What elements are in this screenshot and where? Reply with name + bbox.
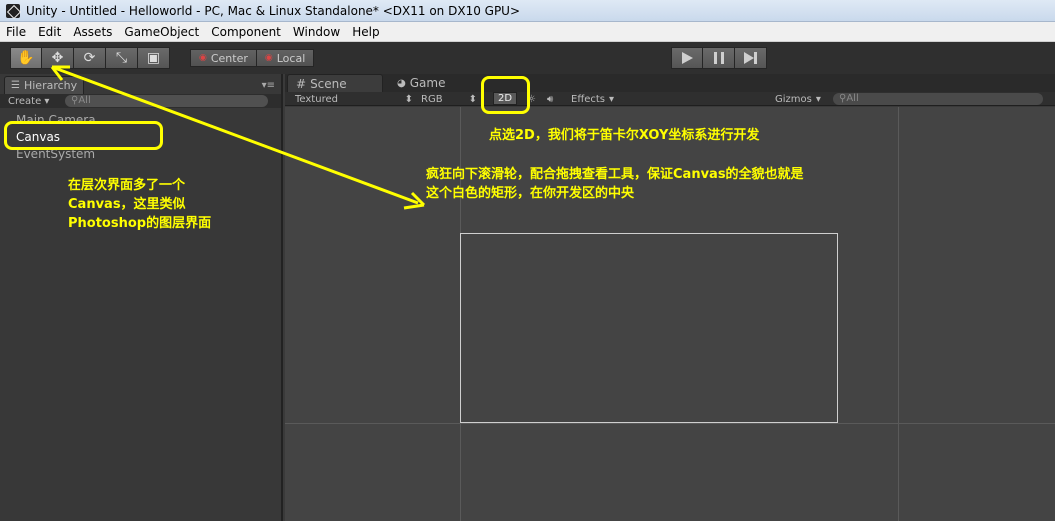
menu-edit[interactable]: Edit (32, 25, 67, 39)
menu-assets[interactable]: Assets (67, 25, 118, 39)
pivot-center-label: Center (210, 51, 248, 65)
hierarchy-toolbar: Create ▾ ⚲All (0, 94, 281, 108)
hierarchy-search-input[interactable]: ⚲All (65, 95, 268, 107)
grid-icon: # (296, 76, 307, 91)
hand-icon: ✋ (17, 50, 35, 66)
menu-window[interactable]: Window (287, 25, 346, 39)
canvas-highlight-box (4, 121, 163, 150)
dropdown-arrow-icon: ▾ (609, 93, 615, 105)
scene-tab-bar: # Scene ◕ Game (285, 74, 1055, 92)
pivot-local-button[interactable]: ◉ Local (256, 49, 315, 67)
rotate-icon: ⟳ (83, 50, 96, 66)
pivot-local-label: Local (276, 51, 306, 65)
step-button[interactable] (735, 47, 767, 69)
panel-menu-icon[interactable]: ▾≡ (262, 80, 275, 91)
rotate-tool-button[interactable]: ⟳ (74, 47, 106, 69)
audio-toggle[interactable]: 🔊︎ (547, 92, 553, 106)
pivot-controls: ◉ Center ◉ Local (190, 47, 315, 69)
grid-line (285, 423, 1055, 424)
speaker-icon: 🔊︎ (547, 93, 554, 105)
play-button[interactable] (671, 47, 703, 69)
menu-component[interactable]: Component (205, 25, 287, 39)
local-space-icon: ◉ (264, 53, 273, 63)
list-icon: ☰ (11, 80, 20, 91)
play-icon (682, 52, 693, 64)
search-placeholder: All (78, 95, 91, 106)
dropdown-arrow-icon: ▾ (815, 93, 821, 105)
create-dropdown[interactable]: Create ▾ (0, 96, 57, 107)
transform-tools: ✋ ✥ ⟳ ⤡ ▣ (10, 47, 170, 69)
window-title: Unity - Untitled - Helloworld - PC, Mac … (26, 3, 521, 18)
playback-controls (671, 47, 767, 69)
hand-tool-button[interactable]: ✋ (10, 47, 42, 69)
tab-scene[interactable]: # Scene (287, 74, 383, 92)
scale-tool-button[interactable]: ⤡ (106, 47, 138, 69)
scene-toolbar: Textured ⬍ RGB ⬍ 2D ☼ 🔊︎ Effects ▾ Gizmo… (285, 92, 1055, 106)
scene-tab-label: Scene (310, 76, 347, 91)
tab-hierarchy[interactable]: ☰ Hierarchy (4, 76, 85, 94)
pause-icon (713, 52, 724, 64)
move-tool-button[interactable]: ✥ (42, 47, 74, 69)
render-mode-label: RGB (421, 93, 443, 105)
step-icon (743, 52, 757, 64)
menu-file[interactable]: File (0, 25, 32, 39)
dropdown-arrow-icon: ⬍ (468, 93, 477, 105)
grid-line (898, 107, 899, 521)
canvas-rect-outline[interactable] (460, 233, 838, 423)
move-icon: ✥ (51, 50, 64, 66)
gizmos-dropdown[interactable]: Gizmos ▾ (775, 92, 821, 106)
shading-mode-dropdown[interactable]: Textured ⬍ (295, 92, 413, 106)
2d-mode-annotation: 点选2D，我们将于笛卡尔XOY坐标系进行开发 (489, 128, 760, 143)
hierarchy-tab-label: Hierarchy (23, 79, 78, 92)
shading-mode-label: Textured (295, 93, 338, 105)
scale-icon: ⤡ (115, 50, 128, 66)
game-controller-icon: ◕ (397, 77, 406, 89)
scene-search-placeholder: All (846, 93, 859, 104)
game-tab-label: Game (409, 76, 446, 90)
menu-bar: File Edit Assets GameObject Component Wi… (0, 22, 1055, 42)
pivot-center-button[interactable]: ◉ Center (190, 49, 257, 67)
effects-label: Effects (571, 93, 605, 105)
main-toolbar: ✋ ✥ ⟳ ⤡ ▣ ◉ Center ◉ Local (0, 42, 1055, 74)
pivot-icon: ◉ (199, 53, 207, 63)
dropdown-arrow-icon: ⬍ (404, 93, 413, 105)
menu-help[interactable]: Help (346, 25, 385, 39)
scene-search-input[interactable]: ⚲All (833, 93, 1043, 105)
2d-highlight-box (481, 76, 530, 114)
gizmos-label: Gizmos (775, 93, 812, 105)
rect-icon: ▣ (146, 50, 161, 66)
scroll-annotation: 疯狂向下滚滑轮，配合拖拽查看工具，保证Canvas的全貌也就是 这个白色的矩形，… (426, 167, 804, 201)
unity-logo-icon (6, 3, 20, 18)
render-mode-dropdown[interactable]: RGB ⬍ (421, 92, 477, 106)
tab-game[interactable]: ◕ Game (389, 74, 453, 92)
rect-tool-button[interactable]: ▣ (138, 47, 170, 69)
pause-button[interactable] (703, 47, 735, 69)
create-label: Create (8, 95, 42, 107)
title-bar: Unity - Untitled - Helloworld - PC, Mac … (0, 0, 1055, 22)
menu-gameobject[interactable]: GameObject (118, 25, 205, 39)
hierarchy-annotation: 在层次界面多了一个 Canvas，这里类似 Photoshop的图层界面 (68, 178, 212, 231)
effects-dropdown[interactable]: Effects ▾ (571, 92, 614, 106)
